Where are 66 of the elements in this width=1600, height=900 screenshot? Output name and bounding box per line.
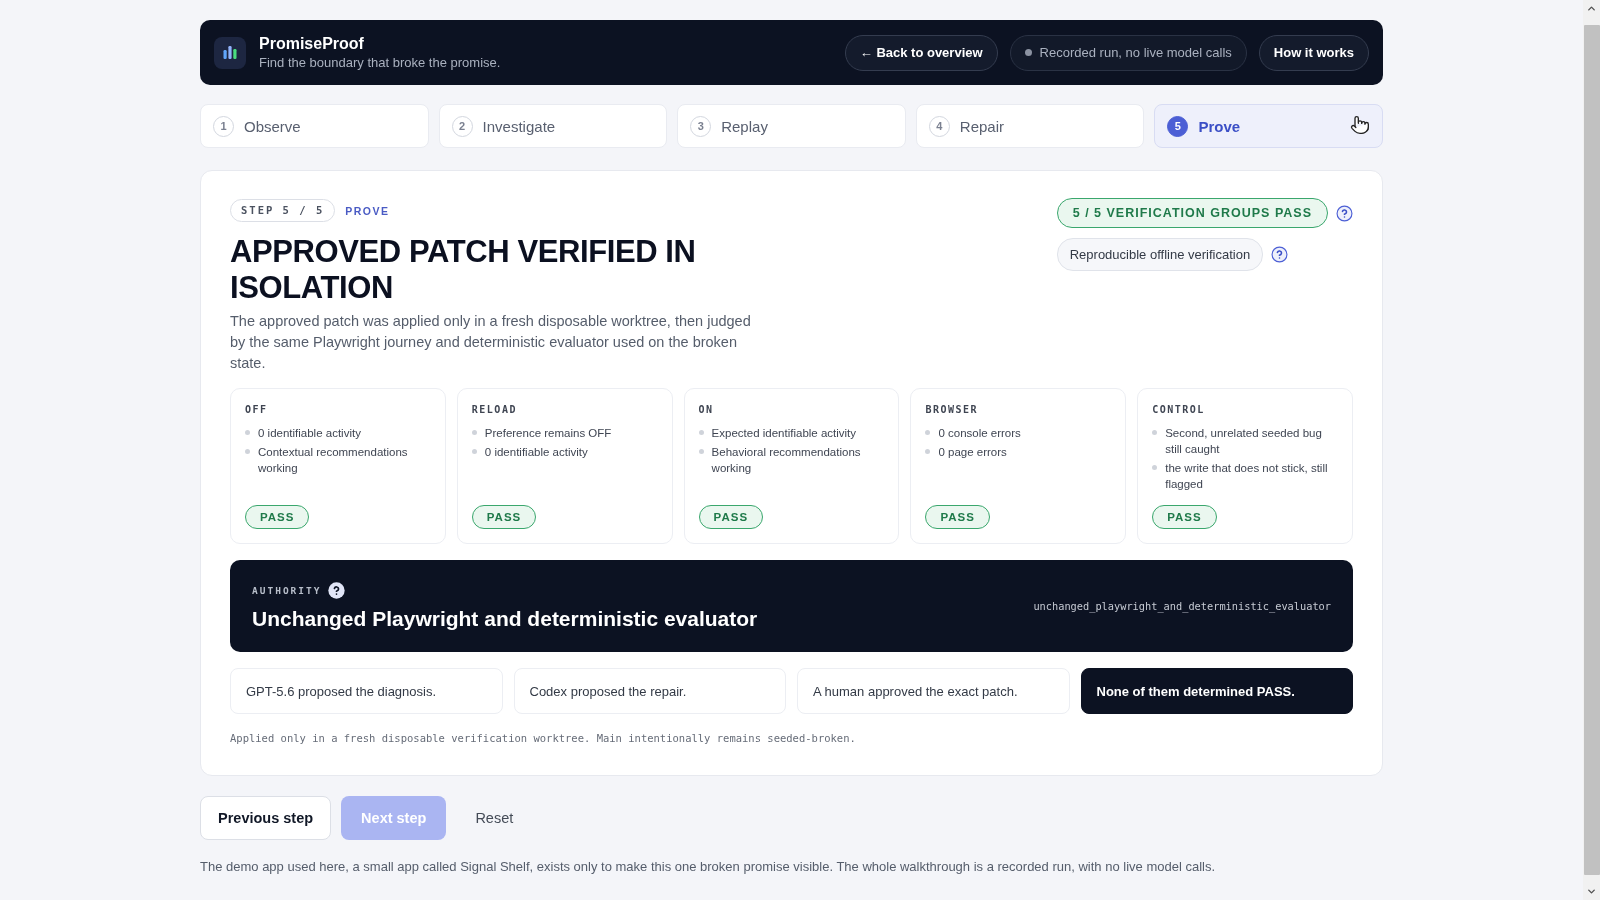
help-icon[interactable] [1271, 246, 1289, 263]
step-number: 1 [213, 115, 234, 137]
pass-badge: PASS [471, 505, 537, 529]
previous-button[interactable]: Previous step [200, 796, 332, 840]
step-tab[interactable]: 3 Replay [677, 104, 906, 148]
help-icon[interactable] [328, 581, 346, 599]
info-badge: Reproducible offline verification [1056, 238, 1264, 271]
verification-badge: 5 / 5 VERIFICATION GROUPS PASS [1056, 198, 1328, 228]
bullet-icon [925, 430, 931, 435]
check-item-text: Behavioral recommendations working [711, 445, 862, 476]
authority-label: AUTHORITY [252, 584, 322, 596]
check-name: CONTROL [1152, 404, 1206, 415]
step-number: 2 [451, 115, 473, 137]
step-name: PROVE [345, 204, 390, 217]
step-number: 3 [690, 115, 712, 137]
bullet-icon [471, 430, 477, 435]
attribution-card: Codex proposed the repair. [513, 668, 786, 714]
step-title: APPROVED PATCH VERIFIED IN ISOLATION [230, 234, 697, 306]
check-item-text: the write that does not stick, still flagged [1165, 461, 1329, 492]
check-item-text: Preference remains OFF [484, 426, 612, 441]
bullet-icon [698, 449, 704, 454]
check-item-text: 0 page errors [938, 445, 1007, 460]
step-tab[interactable]: 1 Observe [200, 104, 429, 148]
bullet-icon [245, 430, 250, 435]
attribution-card: A human approved the exact patch. [797, 668, 1070, 714]
pass-badge: PASS [245, 505, 310, 529]
authority-title: Unchanged Playwright and deterministic evaluator [252, 606, 758, 631]
status-dot-icon [1024, 49, 1032, 56]
check-item-text: Expected identifiable activity [711, 426, 857, 441]
check-name: BROWSER [925, 404, 980, 415]
step-tab[interactable]: 4 Repair [915, 104, 1145, 148]
step-description: The approved patch was applied only in a fresh disposable worktree, then judged by the same Playwright journey and deterministic evaluator used on the broken state. [230, 312, 752, 373]
help-icon[interactable] [1336, 204, 1353, 222]
check-name: RELOAD [471, 404, 518, 415]
check-item-text: 0 console errors [938, 426, 1021, 441]
bullet-icon [925, 449, 931, 454]
step-number: 5 [1167, 115, 1189, 137]
check-item-text: Contextual recommendations working [258, 445, 409, 476]
bullet-icon [698, 430, 704, 435]
step-tab[interactable]: 2 Investigate [438, 104, 668, 148]
step-number: 4 [928, 115, 950, 137]
check-item-text: 0 identifiable activity [258, 426, 361, 441]
pass-badge: PASS [1152, 505, 1217, 529]
reset-button[interactable]: Reset [456, 796, 533, 840]
bullet-icon [1152, 465, 1158, 470]
pass-badge: PASS [925, 505, 990, 529]
bullet-icon [471, 449, 477, 454]
app-title: PromiseProof [259, 34, 365, 53]
bullet-icon [245, 449, 250, 454]
step-tab[interactable]: 5 Prove [1154, 104, 1383, 148]
header-button[interactable]: How it works [1258, 34, 1369, 71]
verification-note: Applied only in a fresh disposable verification worktree. Main intentionally remains seeded-broken. [230, 732, 857, 745]
check-name: ON [698, 404, 715, 415]
bar-chart-logo-icon [214, 36, 246, 69]
check-item-text: 0 identifiable activity [484, 445, 588, 460]
check-name: OFF [245, 404, 269, 415]
status-text: Recorded run, no live model calls [1039, 45, 1232, 60]
bullet-icon [1152, 430, 1158, 435]
attribution-card: None of them determined PASS. [1080, 668, 1353, 714]
app-subtitle: Find the boundary that broke the promise. [259, 55, 501, 71]
footer-text: The demo app used here, a small app called Signal Shelf, exists only to make this one broken promise visible. The whole walkthrough is a recorded run, with no live model calls. [200, 858, 1216, 876]
attribution-card: GPT-5.6 proposed the diagnosis. [230, 668, 503, 714]
hand-cursor-icon [1350, 115, 1370, 135]
pass-badge: PASS [698, 505, 764, 529]
header-button[interactable]: ← Back to overview [844, 34, 998, 71]
authority-code: unchanged_playwright_and_deterministic_evaluator [1033, 600, 1331, 612]
